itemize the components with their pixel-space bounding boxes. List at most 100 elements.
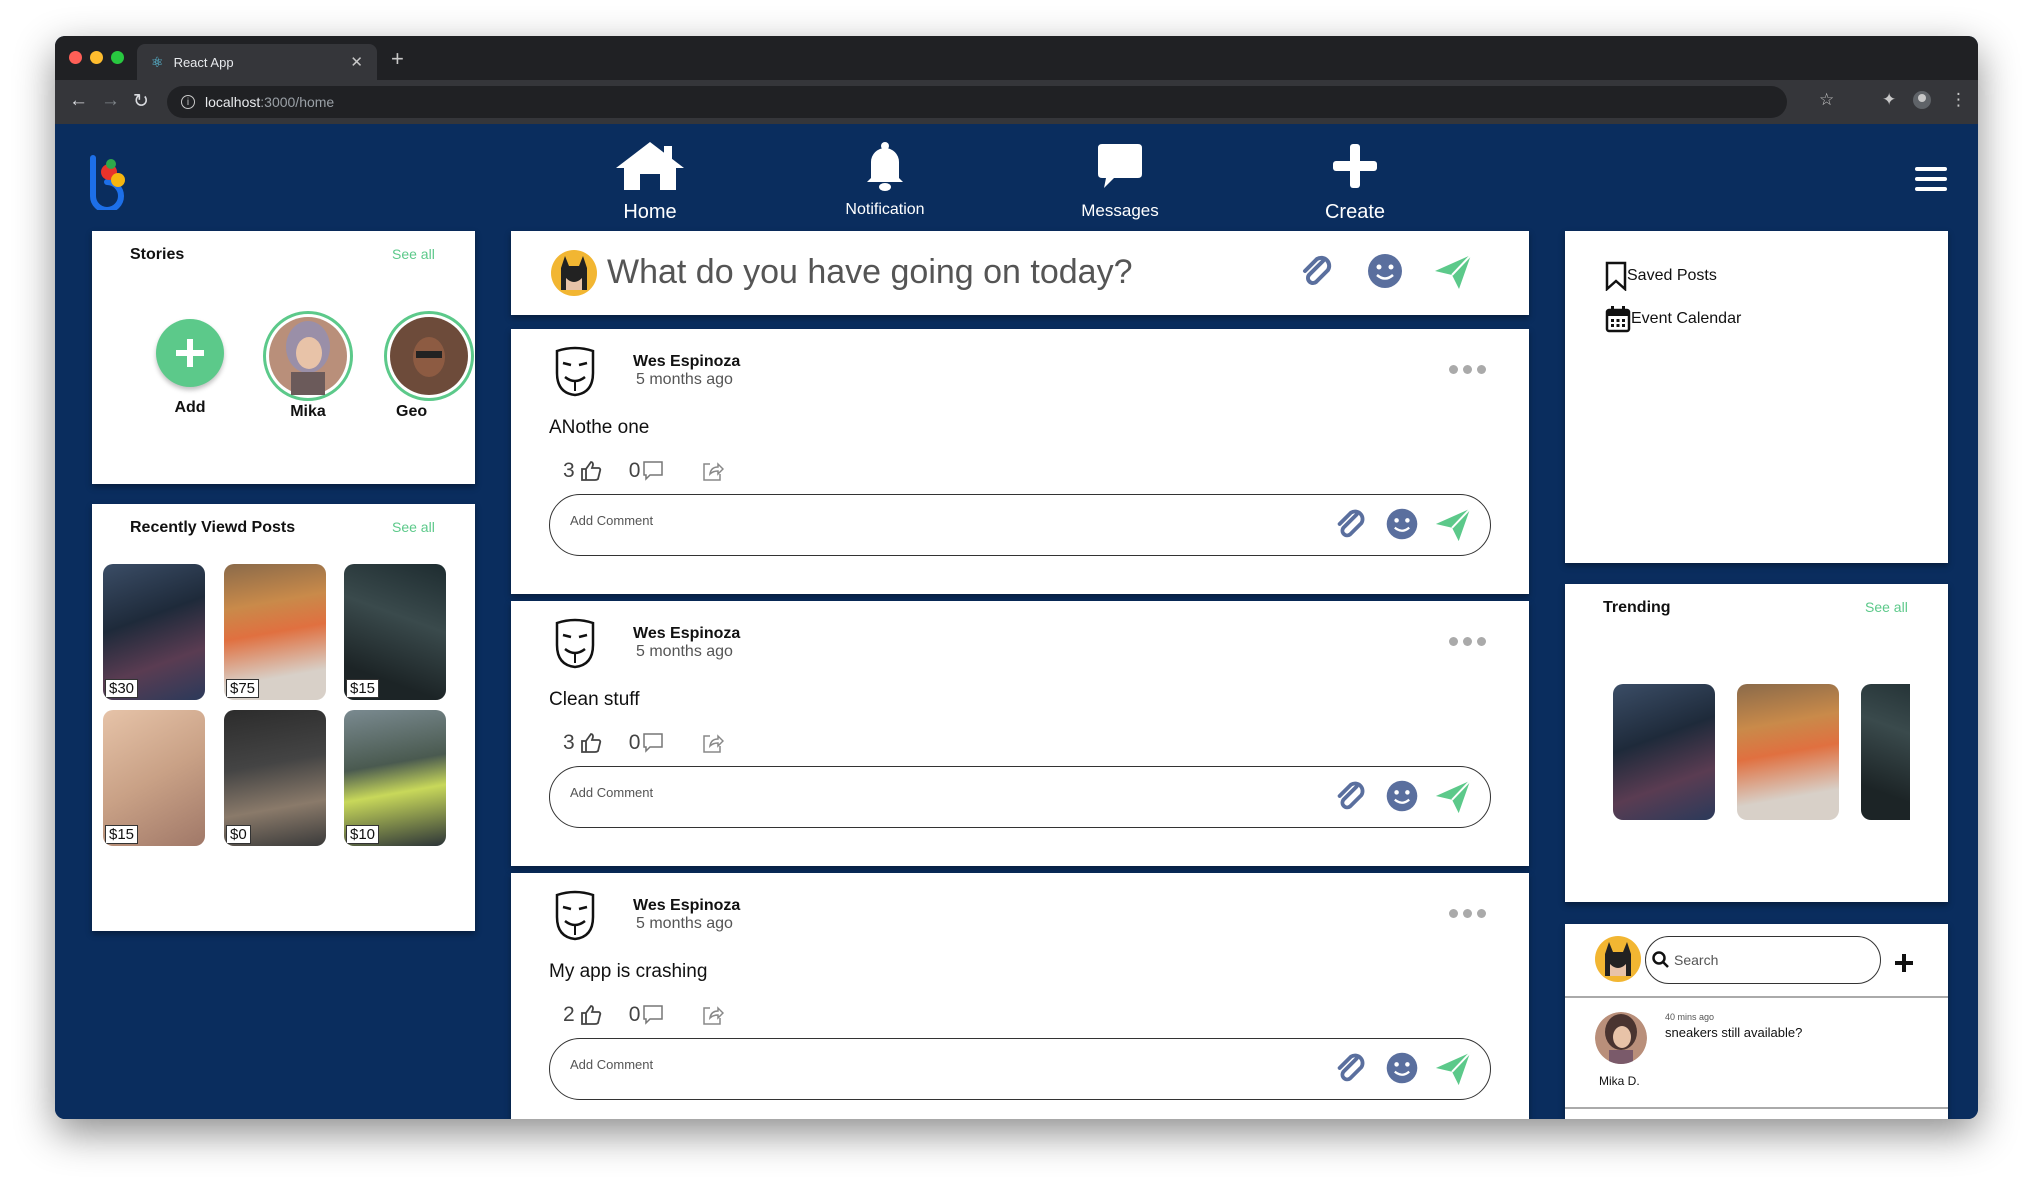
send-icon[interactable]	[1434, 777, 1472, 815]
nav-notification[interactable]: Notification	[810, 140, 960, 219]
stories-title: Stories	[130, 246, 185, 263]
plus-icon	[1333, 144, 1377, 188]
stories-card: Stories See all Add Mika Geo	[92, 231, 475, 484]
story-mika[interactable]: Mika	[260, 311, 356, 421]
nav-home[interactable]: Home	[575, 140, 725, 224]
paperclip-icon[interactable]	[1332, 505, 1370, 543]
thumbs-up-icon[interactable]	[579, 731, 603, 755]
chat-search-input[interactable]	[1674, 952, 1854, 968]
add-story-button[interactable]	[156, 319, 224, 387]
comment-icon[interactable]	[642, 732, 664, 754]
recent-see-all-link[interactable]: See all	[392, 519, 435, 535]
trending-thumbnail[interactable]	[1613, 684, 1715, 820]
post-composer-input[interactable]	[607, 253, 1247, 292]
recent-post-thumbnail[interactable]: $30	[103, 564, 205, 700]
paperclip-icon[interactable]	[1332, 777, 1370, 815]
message-text: sneakers still available?	[1665, 1025, 1803, 1040]
post-author[interactable]: Wes Espinoza	[633, 625, 740, 643]
user-avatar[interactable]	[551, 250, 597, 296]
story-add[interactable]: Add	[142, 319, 238, 417]
recent-post-thumbnail[interactable]: $15	[344, 564, 446, 700]
tab-title: React App	[173, 54, 234, 70]
add-comment-input[interactable]	[570, 513, 1270, 528]
back-arrow-icon[interactable]: ←	[69, 90, 88, 112]
more-options-icon[interactable]	[1449, 909, 1486, 918]
add-comment-input[interactable]	[570, 1057, 1270, 1072]
mask-avatar-icon[interactable]	[553, 345, 597, 397]
share-icon[interactable]	[702, 460, 725, 482]
post-author[interactable]: Wes Espinoza	[633, 897, 740, 915]
maximize-window-button[interactable]	[111, 51, 124, 64]
smiley-icon[interactable]	[1384, 778, 1420, 814]
comment-box	[549, 1038, 1491, 1100]
recent-post-thumbnail[interactable]: $75	[224, 564, 326, 700]
new-tab-icon[interactable]: +	[391, 46, 404, 72]
add-comment-input[interactable]	[570, 785, 1270, 800]
smiley-icon[interactable]	[1384, 506, 1420, 542]
add-chat-icon[interactable]	[1893, 952, 1915, 974]
event-calendar-link[interactable]: Event Calendar	[1605, 305, 1741, 333]
nav-messages[interactable]: Messages	[1045, 140, 1195, 221]
trending-card: Trending See all	[1565, 584, 1948, 902]
comment-icon[interactable]	[642, 460, 664, 482]
hamburger-menu-icon[interactable]	[1915, 167, 1947, 197]
share-icon[interactable]	[702, 732, 725, 754]
smiley-icon[interactable]	[1384, 1050, 1420, 1086]
nav-create-label: Create	[1324, 201, 1386, 223]
post-composer-card	[511, 231, 1529, 315]
window-controls	[69, 51, 124, 64]
close-window-button[interactable]	[69, 51, 82, 64]
url-path: :3000/home	[260, 94, 335, 110]
forward-arrow-icon[interactable]: →	[101, 90, 120, 112]
tab-close-icon[interactable]: ✕	[350, 53, 363, 71]
app-logo[interactable]	[85, 152, 129, 210]
user-avatar[interactable]	[1595, 936, 1641, 982]
paperclip-icon[interactable]	[1297, 251, 1337, 291]
minimize-window-button[interactable]	[90, 51, 103, 64]
info-icon[interactable]: i	[181, 95, 195, 109]
send-icon[interactable]	[1434, 1049, 1472, 1087]
story-geo[interactable]: Geo	[382, 311, 475, 461]
mask-avatar-icon[interactable]	[553, 617, 597, 669]
bookmark-star-icon[interactable]: ☆	[1819, 90, 1834, 110]
send-icon[interactable]	[1434, 505, 1472, 543]
saved-posts-link[interactable]: Saved Posts	[1605, 261, 1717, 291]
paperclip-icon[interactable]	[1332, 1049, 1370, 1087]
comment-count: 0	[628, 459, 641, 482]
more-options-icon[interactable]	[1449, 365, 1486, 374]
chat-message-item[interactable]: 40 mins ago sneakers still available? Mi…	[1565, 998, 1948, 1106]
browser-menu-icon[interactable]: ⋮	[1950, 90, 1967, 110]
share-icon[interactable]	[702, 1004, 725, 1026]
story-avatar	[383, 311, 474, 401]
reload-icon[interactable]: ↻	[133, 90, 149, 113]
recent-posts-title: Recently Viewd Posts	[130, 519, 296, 536]
comment-count: 0	[628, 731, 641, 754]
smiley-icon[interactable]	[1365, 251, 1405, 291]
trending-see-all-link[interactable]: See all	[1865, 599, 1908, 615]
recent-post-thumbnail[interactable]: $10	[344, 710, 446, 846]
browser-tab[interactable]: ⚛ React App ✕	[137, 44, 377, 80]
trending-thumbnail[interactable]	[1861, 684, 1910, 820]
thumbs-up-icon[interactable]	[579, 1003, 603, 1027]
comment-icon[interactable]	[642, 1004, 664, 1026]
mask-avatar-icon[interactable]	[553, 889, 597, 941]
extensions-icon[interactable]: ✦	[1882, 90, 1896, 110]
send-icon[interactable]	[1433, 251, 1473, 291]
trending-thumbnail[interactable]	[1737, 684, 1839, 820]
recent-post-thumbnail[interactable]: $15	[103, 710, 205, 846]
address-bar[interactable]: i localhost:3000/home	[167, 86, 1787, 118]
event-calendar-label: Event Calendar	[1631, 310, 1742, 327]
nav-create[interactable]: Create	[1280, 140, 1430, 224]
profile-icon[interactable]	[1912, 90, 1932, 115]
stories-see-all-link[interactable]: See all	[392, 246, 435, 262]
post-time: 5 months ago	[636, 643, 733, 660]
post-author[interactable]: Wes Espinoza	[633, 353, 740, 371]
recent-post-thumbnail[interactable]: $0	[224, 710, 326, 846]
post-text: Clean stuff	[549, 689, 640, 710]
thumbs-up-icon[interactable]	[579, 459, 603, 483]
chat-card: 40 mins ago sneakers still available? Mi…	[1565, 924, 1948, 1119]
story-name: Geo	[396, 403, 428, 420]
more-options-icon[interactable]	[1449, 637, 1486, 646]
post-stats: 2 0	[563, 1003, 725, 1027]
comment-box	[549, 766, 1491, 828]
